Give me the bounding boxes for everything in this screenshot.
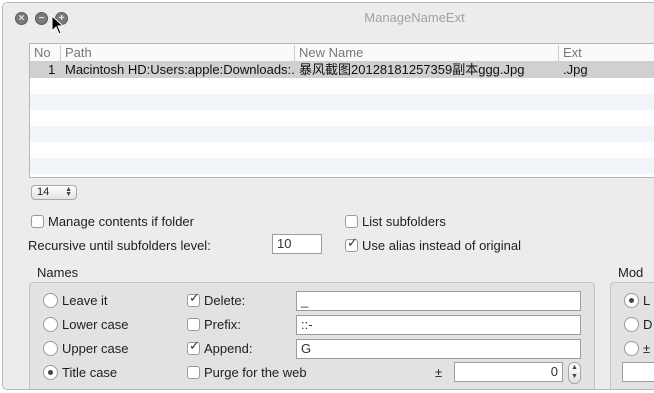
mod-radio-3[interactable] (624, 341, 639, 356)
prefix-checkbox[interactable] (187, 318, 200, 331)
number-field[interactable]: 0 (454, 362, 563, 382)
column-header-new-name[interactable]: New Name (294, 45, 558, 61)
purge-web-label: Purge for the web (204, 365, 307, 380)
mod-radio-2[interactable] (624, 317, 639, 332)
mod-radio-label-1: L (643, 293, 651, 308)
table-header: No Path New Name Ext (30, 44, 654, 62)
empty-row (30, 126, 654, 142)
column-header-ext[interactable]: Ext (558, 45, 654, 61)
table-row[interactable]: 1 Macintosh HD:Users:apple:Downloads:...… (30, 62, 654, 78)
column-header-path[interactable]: Path (60, 45, 294, 61)
empty-row (30, 110, 654, 126)
font-size-value: 14 (37, 186, 50, 198)
purge-web-checkbox[interactable] (187, 366, 200, 379)
file-table[interactable]: No Path New Name Ext 1 Macintosh HD:User… (29, 43, 654, 178)
delete-label: Delete: (204, 293, 246, 308)
number-stepper[interactable]: ▲ ▼ (568, 362, 581, 384)
list-subfolders-checkbox[interactable] (345, 215, 358, 228)
recursive-level-field[interactable]: 10 (272, 234, 322, 254)
title-bar: × − + ManageNameExt (3, 3, 654, 33)
column-header-no[interactable]: No (30, 45, 60, 61)
append-field[interactable]: G (296, 339, 581, 359)
mouse-cursor-icon (51, 15, 65, 35)
use-alias-label: Use alias instead of original (362, 238, 521, 253)
manage-contents-label: Manage contents if folder (48, 214, 194, 229)
mod-radio-label-3: ± (643, 341, 651, 356)
radio-title-case[interactable] (43, 365, 58, 380)
radio-leave-it[interactable] (43, 293, 58, 308)
append-label: Append: (204, 341, 253, 356)
mod-radio-1[interactable] (624, 293, 639, 308)
radio-label-upper-case: Upper case (62, 341, 129, 356)
mod-group-title: Mod (618, 265, 644, 280)
empty-row (30, 94, 654, 110)
cell-ext: .Jpg (563, 62, 588, 77)
prefix-label: Prefix: (204, 317, 241, 332)
use-alias-checkbox[interactable] (345, 236, 358, 252)
cell-new-name: 暴风截图20128181257359副本ggg.Jpg (299, 62, 525, 77)
radio-lower-case[interactable] (43, 317, 58, 332)
mod-field[interactable] (622, 362, 654, 382)
empty-row (30, 142, 654, 158)
empty-row (30, 158, 654, 174)
append-checkbox[interactable] (187, 339, 200, 355)
prefix-field[interactable]: ::- (296, 315, 581, 335)
empty-row (30, 78, 654, 94)
manage-contents-checkbox[interactable] (31, 215, 44, 228)
delete-checkbox[interactable] (187, 291, 200, 307)
plus-minus-label: ± (435, 365, 443, 380)
app-window: × − + ManageNameExt No Path New Name Ext… (2, 2, 654, 390)
popup-arrows-icon: ▲ ▼ (65, 186, 72, 198)
names-group-title: Names (37, 265, 79, 280)
recursive-label: Recursive until subfolders level: (28, 238, 211, 253)
font-size-popup[interactable]: 14 ▲ ▼ (31, 185, 77, 200)
cell-path: Macintosh HD:Users:apple:Downloads:... (65, 62, 294, 77)
delete-field[interactable]: _ (296, 291, 581, 311)
radio-upper-case[interactable] (43, 341, 58, 356)
list-subfolders-label: List subfolders (362, 214, 446, 229)
cell-no: 1 (48, 62, 56, 77)
radio-label-title-case: Title case (62, 365, 118, 380)
window-title: ManageNameExt (364, 10, 465, 25)
radio-label-lower-case: Lower case (62, 317, 129, 332)
radio-label-leave-it: Leave it (62, 293, 108, 308)
mod-radio-label-2: D (643, 317, 653, 332)
